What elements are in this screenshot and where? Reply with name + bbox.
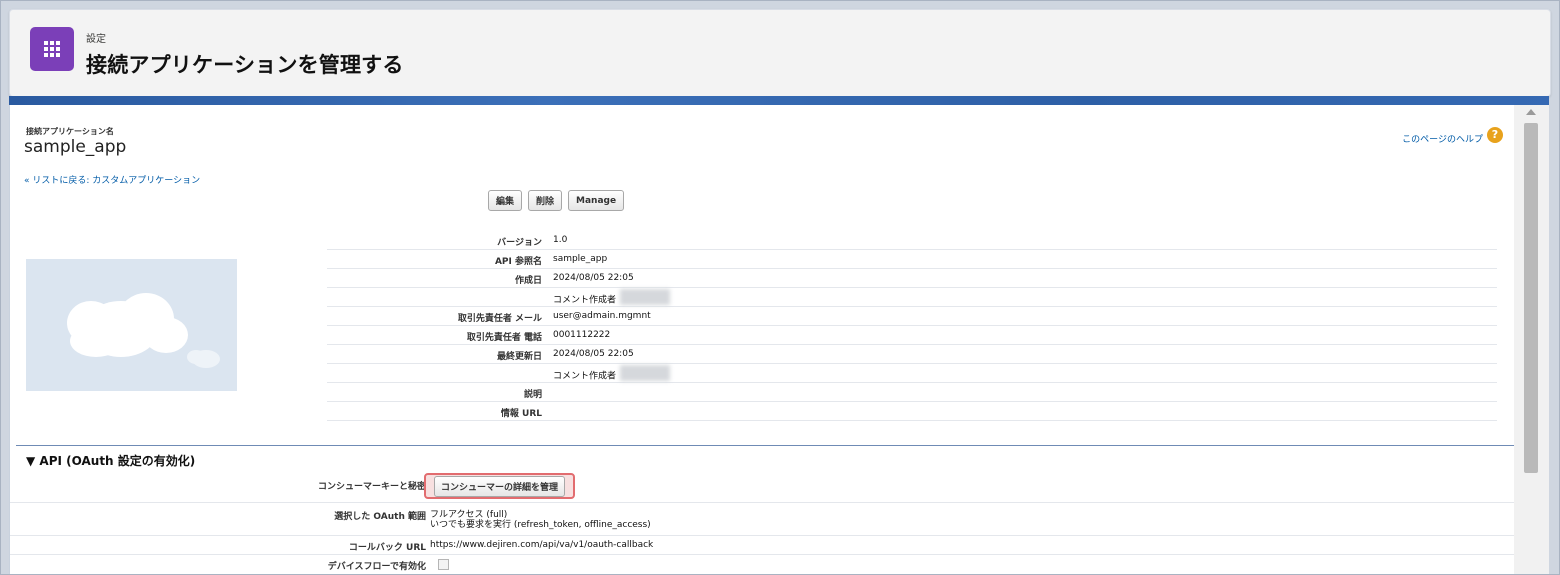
detail-row: 取引先責任者 メール user@admain.mgmnt xyxy=(327,307,1497,326)
detail-row: バージョン 1.0 xyxy=(327,231,1497,250)
window-frame: 設定 接続アプリケーションを管理する 接続アプリケーション名 sample_ap… xyxy=(0,0,1560,575)
api-row: コールバック URL https://www.dejiren.com/api/v… xyxy=(10,536,1515,555)
help-icon[interactable]: ? xyxy=(1487,127,1503,143)
detail-row: コメント作成者 xyxy=(327,364,1497,383)
manage-consumer-details-button[interactable]: コンシューマーの詳細を管理 xyxy=(424,473,576,499)
scroll-up-icon[interactable] xyxy=(1526,109,1536,115)
delete-button[interactable]: 削除 xyxy=(528,190,563,211)
api-table: コンシューマーキーと秘密 コンシューマーの詳細を管理 選択した OAuth 範囲… xyxy=(10,469,1515,573)
help-link[interactable]: このページのヘルプ xyxy=(1402,132,1483,145)
detail-value: 2024/08/05 22:05 xyxy=(553,273,634,283)
detail-row: 情報 URL xyxy=(327,402,1497,421)
api-row: コンシューマーキーと秘密 コンシューマーの詳細を管理 xyxy=(10,469,1515,503)
page-title: 接続アプリケーションを管理する xyxy=(86,53,404,77)
page-header: 設定 接続アプリケーションを管理する xyxy=(9,9,1551,97)
detail-row: 作成日 2024/08/05 22:05 xyxy=(327,269,1497,288)
api-row: デバイスフローで有効化 xyxy=(10,555,1515,573)
detail-value: 1.0 xyxy=(553,235,568,245)
device-flow-label: デバイスフローで有効化 xyxy=(327,562,426,572)
manage-consumer-details-label: コンシューマーの詳細を管理 xyxy=(434,475,566,497)
detail-row: 最終更新日 2024/08/05 22:05 xyxy=(327,345,1497,364)
api-section-toggle[interactable]: ▼ API (OAuth 設定の有効化) xyxy=(26,452,195,469)
header-band xyxy=(9,96,1549,105)
detail-row: 説明 xyxy=(327,383,1497,402)
back-to-list-link[interactable]: « リストに戻る: カスタムアプリケーション xyxy=(24,173,200,186)
redacted-name xyxy=(620,289,671,305)
detail-row: API 参照名 sample_app xyxy=(327,250,1497,269)
detail-label: 最終更新日 xyxy=(496,352,542,362)
redacted-name xyxy=(620,365,671,381)
modified-by-label: コメント作成者 xyxy=(553,371,617,382)
detail-value: コメント作成者 xyxy=(553,365,671,384)
callback-url-label: コールバック URL xyxy=(348,543,426,553)
callback-url-value: https://www.dejiren.com/api/va/v1/oauth-… xyxy=(430,540,654,550)
detail-label: 取引先責任者 メール xyxy=(457,314,542,324)
detail-row: 取引先責任者 電話 0001112222 xyxy=(327,326,1497,345)
app-grid-icon xyxy=(30,27,74,71)
detail-value: コメント作成者 xyxy=(553,289,671,308)
detail-value: 0001112222 xyxy=(553,330,611,340)
detail-row: コメント作成者 xyxy=(327,288,1497,307)
device-flow-checkbox[interactable] xyxy=(438,559,449,570)
detail-value: 2024/08/05 22:05 xyxy=(553,349,634,359)
detail-label: 説明 xyxy=(523,390,542,400)
detail-label: 情報 URL xyxy=(500,409,542,419)
consumer-key-label: コンシューマーキーと秘密 xyxy=(317,482,426,492)
manage-button[interactable]: Manage xyxy=(568,190,625,211)
section-divider xyxy=(16,445,1526,446)
detail-table: バージョン 1.0 API 参照名 sample_app 作成日 2024/08… xyxy=(327,231,1497,421)
detail-value: user@admain.mgmnt xyxy=(553,311,651,321)
detail-value: sample_app xyxy=(553,254,608,264)
scroll-thumb[interactable] xyxy=(1524,123,1538,473)
main-content: 接続アプリケーション名 sample_app このページのヘルプ ? « リスト… xyxy=(9,105,1526,574)
header-eyebrow: 設定 xyxy=(86,34,106,45)
detail-label: API 参照名 xyxy=(494,257,542,267)
action-button-row: 編集 削除 Manage xyxy=(488,190,625,211)
vertical-scrollbar[interactable] xyxy=(1514,105,1549,574)
app-name-value: sample_app xyxy=(24,137,127,157)
detail-label: バージョン xyxy=(497,238,542,248)
detail-label: 取引先責任者 電話 xyxy=(466,333,542,343)
oauth-scopes-label: 選択した OAuth 範囲 xyxy=(334,512,426,522)
edit-button[interactable]: 編集 xyxy=(488,190,523,211)
oauth-scope-refresh: いつでも要求を実行 (refresh_token, offline_access… xyxy=(430,520,651,530)
app-name-label: 接続アプリケーション名 xyxy=(26,127,114,136)
detail-label: 作成日 xyxy=(514,276,542,286)
created-by-label: コメント作成者 xyxy=(553,295,617,306)
app-logo-cloud-icon xyxy=(26,259,237,391)
api-row: 選択した OAuth 範囲 フルアクセス (full) いつでも要求を実行 (r… xyxy=(10,503,1515,536)
